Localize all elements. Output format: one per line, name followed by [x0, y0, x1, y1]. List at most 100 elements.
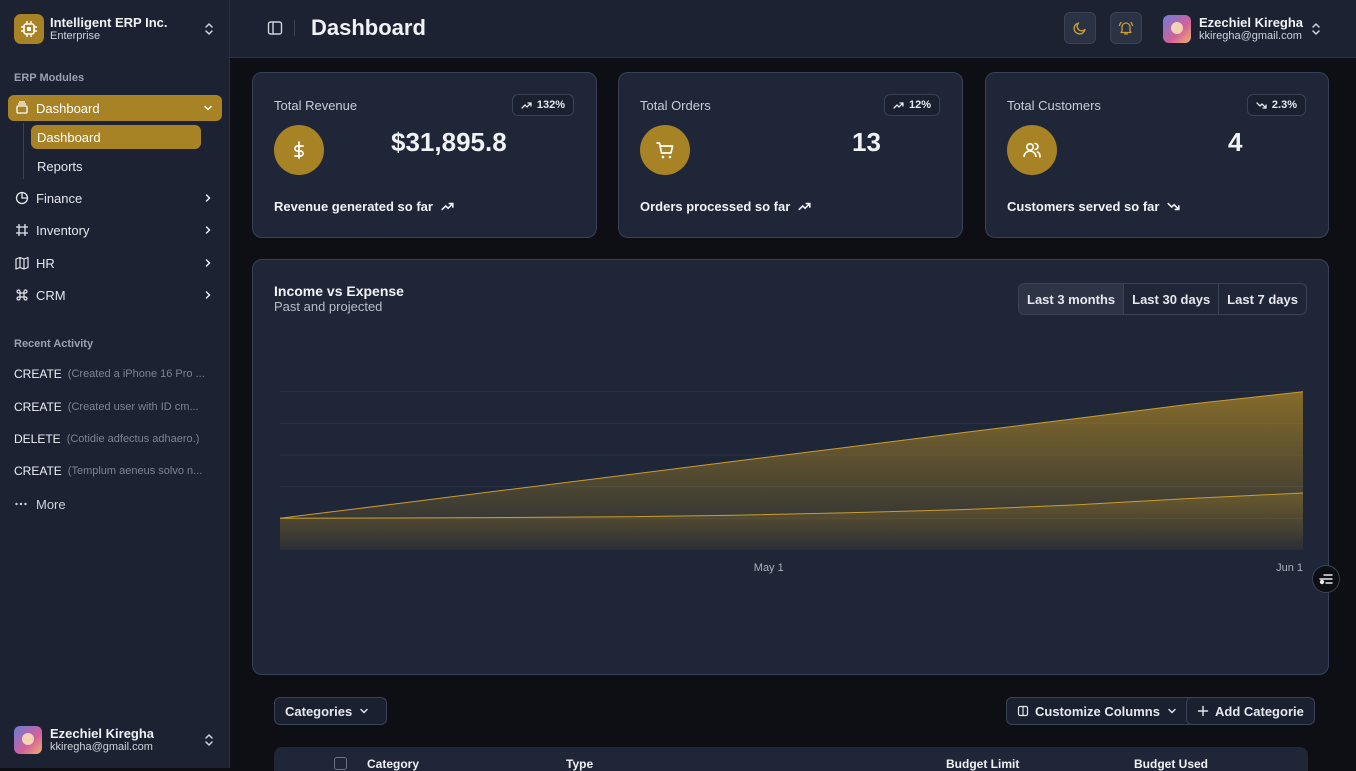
subnav-reports[interactable]: Reports [31, 154, 201, 178]
trending-down-icon [1167, 202, 1181, 211]
nav-hr[interactable]: HR [8, 250, 222, 276]
chevron-down-icon [1168, 708, 1176, 714]
page-title: Dashboard [311, 15, 426, 40]
kpi-title: Total Orders [640, 98, 711, 113]
recent-activity-label: Recent Activity [14, 338, 94, 350]
header-user-menu[interactable]: Ezechiel Kiregha kkiregha@gmail.com [1163, 13, 1323, 45]
notifications-button[interactable] [1110, 12, 1142, 44]
customize-columns-button[interactable]: Customize Columns [1006, 697, 1195, 725]
nav-dashboard[interactable]: Dashboard [8, 95, 222, 121]
chevron-right-icon [205, 291, 211, 299]
subnav-line [23, 123, 24, 179]
column-header-budget-used[interactable]: Budget Used [1134, 757, 1208, 771]
nav-finance[interactable]: Finance [8, 185, 222, 211]
subnav-dashboard[interactable]: Dashboard [31, 125, 201, 149]
pie-chart-icon [14, 190, 30, 206]
x-tick-label: Jun 1 [1276, 562, 1303, 574]
categories-label: Categories [285, 703, 353, 719]
chip-icon [14, 14, 44, 44]
user-email: kkiregha@gmail.com [1199, 30, 1302, 42]
column-header-type[interactable]: Type [566, 757, 593, 771]
modules-label: ERP Modules [14, 72, 85, 84]
kpi-footer: Customers served so far [1007, 199, 1181, 214]
activity-verb: CREATE [14, 464, 62, 478]
column-header-category[interactable]: Category [367, 757, 419, 771]
kpi-footer: Orders processed so far [640, 199, 811, 214]
kpi-footer-text: Orders processed so far [640, 199, 791, 214]
org-plan: Enterprise [50, 30, 101, 42]
kpi-footer-text: Customers served so far [1007, 199, 1160, 214]
stack-icon [14, 100, 30, 116]
badge-value: 2.3% [1271, 99, 1297, 111]
chevrons-up-down-icon [205, 23, 213, 35]
activity-verb: CREATE [14, 400, 62, 414]
org-switcher[interactable]: Intelligent ERP Inc. Enterprise [8, 8, 222, 50]
trend-badge: 2.3% [1246, 94, 1306, 116]
org-name: Intelligent ERP Inc. [50, 15, 168, 30]
columns-icon [1017, 705, 1029, 717]
frame-icon [14, 222, 30, 238]
activity-desc: (Templum aeneus solvo n... [67, 465, 203, 477]
column-header-budget-limit[interactable]: Budget Limit [946, 757, 1019, 771]
trending-up-icon [893, 101, 904, 109]
avatar [14, 726, 42, 754]
nav-inventory[interactable]: Inventory [8, 217, 222, 243]
nav-label: Finance [36, 190, 83, 206]
area-chart: May 1 Jun 1 [279, 391, 1304, 574]
activity-verb: DELETE [14, 432, 61, 446]
trending-down-icon [1256, 101, 1267, 109]
customize-label: Customize Columns [1035, 703, 1160, 719]
command-icon [14, 287, 30, 303]
kpi-card-revenue: Total Revenue 132% $31,895.8 Revenue gen… [252, 72, 597, 238]
range-last-30-days[interactable]: Last 30 days [1124, 284, 1220, 314]
activity-item[interactable]: CREATE (Templum aeneus solvo n... [14, 462, 214, 480]
trend-badge: 132% [511, 94, 574, 116]
bell-ring-icon [1118, 21, 1134, 35]
trending-up-icon [441, 202, 454, 211]
kpi-card-orders: Total Orders 12% 13 Orders processed so … [618, 72, 963, 238]
user-name: Ezechiel Kiregha [1199, 15, 1304, 30]
select-all-checkbox[interactable] [334, 757, 347, 770]
range-last-7-days[interactable]: Last 7 days [1219, 284, 1306, 314]
more-label: More [36, 496, 66, 512]
activity-item[interactable]: CREATE (Created a iPhone 16 Pro ... [14, 365, 214, 383]
activity-item[interactable]: CREATE (Created user with ID cm... [14, 398, 214, 416]
theme-toggle-button[interactable] [1064, 12, 1096, 44]
topbar: Dashboard Ezechiel Kiregha kkiregha@gmai… [230, 0, 1356, 58]
chevrons-up-down-icon [1312, 23, 1320, 35]
cart-icon [640, 125, 690, 175]
kpi-footer-text: Revenue generated so far [274, 199, 433, 214]
dollar-icon [274, 125, 324, 175]
activity-desc: (Created user with ID cm... [67, 401, 199, 413]
user-name: Ezechiel Kiregha [50, 726, 155, 741]
nav-crm[interactable]: CRM [8, 282, 222, 308]
nav-label: Inventory [36, 222, 90, 238]
kpi-value: 4 [1228, 127, 1243, 157]
kpi-title: Total Revenue [274, 98, 358, 113]
activity-item[interactable]: DELETE (Cotidie adfectus adhaero.) [14, 430, 214, 448]
more-button[interactable]: More [14, 495, 214, 513]
trending-up-icon [798, 202, 811, 211]
filter-settings-button[interactable] [1312, 565, 1340, 593]
sidebar: Intelligent ERP Inc. Enterprise ERP Modu… [0, 0, 230, 768]
ellipsis-icon [15, 502, 27, 506]
categories-filter-button[interactable]: Categories [274, 697, 388, 725]
trend-badge: 12% [883, 94, 940, 116]
moon-icon [1073, 22, 1086, 35]
chevron-right-icon [205, 259, 211, 267]
kpi-value: $31,895.8 [391, 127, 507, 157]
sliders-icon [1319, 574, 1333, 585]
trending-up-icon [521, 101, 532, 109]
sidebar-toggle-icon[interactable] [266, 19, 284, 37]
activity-verb: CREATE [14, 367, 62, 381]
user-email: kkiregha@gmail.com [50, 741, 153, 753]
kpi-footer: Revenue generated so far [274, 199, 454, 214]
badge-value: 12% [908, 99, 931, 111]
chevron-down-icon [360, 708, 368, 714]
sidebar-user-menu[interactable]: Ezechiel Kiregha kkiregha@gmail.com [8, 720, 222, 760]
add-label: Add Categorie [1215, 703, 1304, 719]
range-last-3-months[interactable]: Last 3 months [1019, 284, 1125, 314]
add-category-button[interactable]: Add Categorie [1186, 697, 1315, 725]
activity-desc: (Cotidie adfectus adhaero.) [66, 433, 200, 445]
activity-desc: (Created a iPhone 16 Pro ... [67, 368, 205, 380]
